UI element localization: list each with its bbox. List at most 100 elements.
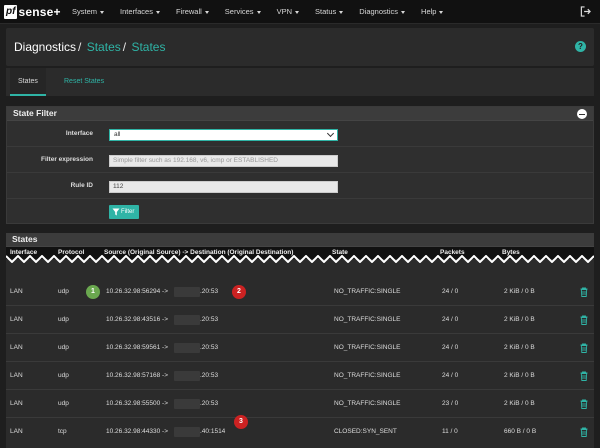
cell-state: NO_TRAFFIC:SINGLE [334, 344, 401, 351]
cell-packets: 23 / 0 [442, 400, 459, 407]
trash-icon[interactable] [580, 315, 588, 325]
menu-help[interactable]: Help [421, 0, 444, 24]
menu-firewall-label: Firewall [175, 7, 202, 16]
cell-destination: .20:53 [200, 316, 219, 323]
filter-expression-row: Filter expression Simple filter such as … [7, 147, 593, 173]
filter-expression-label: Filter expression [40, 156, 93, 163]
cell-packets: 11 / 0 [442, 428, 458, 435]
breadcrumb-diagnostics: Diagnostics [14, 40, 77, 54]
redacted-ip [174, 427, 200, 437]
rule-id-input[interactable]: 112 [109, 181, 338, 193]
callout-badge-3: 3 [234, 415, 248, 429]
callout-badge-2: 2 [232, 285, 246, 299]
pfsense-logo[interactable]: pf sense+ [4, 4, 61, 20]
logout-icon[interactable] [580, 6, 591, 17]
breadcrumb-states-link[interactable]: States [87, 40, 121, 54]
cell-source: 10.26.32.98:44330 -> [106, 428, 168, 435]
redacted-ip [174, 315, 200, 325]
menu-diagnostics-label: Diagnostics [359, 7, 399, 16]
chevron-down-icon [155, 10, 160, 14]
breadcrumb: Diagnostics / States / States [14, 40, 165, 54]
state-filter-title: State Filter [13, 108, 57, 118]
states-panel: States Interface Protocol Source (Origin… [6, 233, 594, 448]
chevron-down-icon [401, 10, 406, 14]
cell-interface: LAN [10, 428, 23, 435]
cell-interface: LAN [10, 372, 23, 379]
trash-icon[interactable] [580, 343, 588, 353]
menu-vpn[interactable]: VPN [277, 0, 299, 24]
menu-status-label: Status [314, 7, 337, 16]
cell-protocol: tcp [58, 428, 67, 435]
rule-id-row: Rule ID 112 [7, 173, 593, 199]
chevron-down-icon [439, 10, 444, 14]
logo-mark: pf [4, 5, 18, 19]
cell-state: NO_TRAFFIC:SINGLE [334, 316, 401, 323]
table-row: LAN tcp 10.26.32.98:44330 -> .40:1514 CL… [6, 418, 594, 446]
help-icon[interactable]: ? [575, 41, 586, 52]
rule-id-label: Rule ID [70, 182, 93, 189]
cell-interface: LAN [10, 288, 23, 295]
breadcrumb-separator: / [122, 40, 127, 54]
menu-interfaces[interactable]: Interfaces [120, 0, 160, 24]
interface-select[interactable]: all [109, 129, 338, 141]
cell-bytes: 2 KiB / 0 B [504, 400, 535, 407]
cell-destination: .20:53 [200, 372, 219, 379]
cell-state: CLOSED:SYN_SENT [334, 428, 397, 435]
cell-protocol: udp [58, 344, 69, 351]
state-filter-panel: State Filter Interface all Filter expres… [6, 106, 594, 224]
cell-bytes: 660 B / 0 B [504, 428, 537, 435]
chevron-down-icon [256, 10, 261, 14]
tab-bar: States Reset States [6, 68, 594, 96]
filter-button[interactable]: Filter [109, 205, 139, 219]
trash-icon[interactable] [580, 399, 588, 409]
cell-packets: 24 / 0 [442, 288, 459, 295]
collapse-icon[interactable] [577, 109, 587, 119]
cell-bytes: 2 KiB / 0 B [504, 288, 535, 295]
cell-protocol: udp [58, 400, 69, 407]
menu-system[interactable]: System [72, 0, 105, 24]
breadcrumb-states-current[interactable]: States [131, 40, 165, 54]
interface-label: Interface [65, 130, 93, 137]
funnel-icon [112, 208, 120, 216]
cell-bytes: 2 KiB / 0 B [504, 344, 535, 351]
menu-diagnostics[interactable]: Diagnostics [359, 0, 406, 24]
logo-text: sense+ [18, 5, 61, 19]
tab-states[interactable]: States [10, 68, 46, 96]
cell-bytes: 2 KiB / 0 B [504, 316, 535, 323]
cell-destination: .20:53 [200, 400, 219, 407]
table-row: LAN udp 10.26.32.98:43516 -> .20:53 NO_T… [6, 306, 594, 334]
cell-source: 10.26.32.98:56294 -> [106, 288, 168, 295]
cell-state: NO_TRAFFIC:SINGLE [334, 288, 401, 295]
cell-interface: LAN [10, 316, 23, 323]
chevron-down-icon [204, 10, 209, 14]
redacted-ip [174, 399, 200, 409]
menu-firewall[interactable]: Firewall [176, 0, 209, 24]
chevron-down-icon [326, 129, 335, 138]
callout-badge-1: 1 [86, 285, 100, 299]
filter-expression-input[interactable]: Simple filter such as 192.168, v6, icmp … [109, 155, 338, 167]
interface-row: Interface all [7, 121, 593, 147]
redacted-ip [174, 371, 200, 381]
cell-state: NO_TRAFFIC:SINGLE [334, 372, 401, 379]
redacted-ip [174, 287, 200, 297]
tab-reset-states[interactable]: Reset States [56, 68, 112, 96]
trash-icon[interactable] [580, 427, 588, 437]
menu-services[interactable]: Services [225, 0, 261, 24]
cell-packets: 24 / 0 [442, 316, 459, 323]
states-heading: States [6, 233, 594, 247]
trash-icon[interactable] [580, 287, 588, 297]
trash-icon[interactable] [580, 371, 588, 381]
cell-source: 10.26.32.98:57168 -> [106, 372, 168, 379]
cell-interface: LAN [10, 400, 23, 407]
cell-bytes: 2 KiB / 0 B [504, 372, 535, 379]
table-row: LAN udp 10.26.32.98:55500 -> .20:53 NO_T… [6, 390, 594, 418]
cell-protocol: udp [58, 372, 69, 379]
cell-source: 10.26.32.98:55500 -> [106, 400, 168, 407]
cell-protocol: udp [58, 316, 69, 323]
cell-packets: 24 / 0 [442, 344, 459, 351]
menu-status[interactable]: Status [314, 0, 344, 24]
cell-destination: .40:1514 [200, 428, 226, 435]
menu-services-label: Services [224, 7, 254, 16]
chevron-down-icon [100, 10, 105, 14]
table-row: LAN udp 10.26.32.98:57168 -> .20:53 NO_T… [6, 362, 594, 390]
